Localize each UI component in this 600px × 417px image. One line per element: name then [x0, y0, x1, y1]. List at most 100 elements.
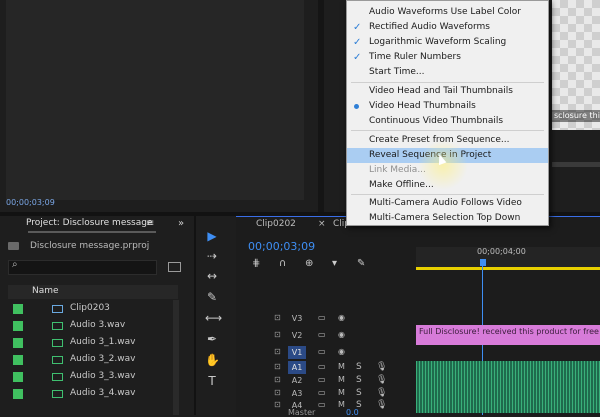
sync-lock-icon[interactable]: ▭ — [318, 330, 326, 339]
project-tab-underline — [28, 231, 156, 233]
track-name[interactable]: V3 — [288, 312, 306, 325]
cursor-highlight — [418, 140, 468, 190]
track-name[interactable]: A2 — [288, 374, 306, 387]
track-name[interactable]: A1 — [288, 361, 306, 374]
label-color-swatch[interactable] — [13, 389, 23, 399]
source-timecode[interactable]: 00;00;03;09 — [6, 198, 55, 207]
program-mini-timeline[interactable] — [552, 162, 600, 167]
solo-button[interactable]: S — [356, 375, 362, 385]
solo-button[interactable]: S — [356, 388, 362, 398]
ripple-edit-tool-icon[interactable]: ↔ — [205, 269, 219, 283]
lock-icon[interactable]: ⊡ — [274, 347, 281, 356]
menu-item-continuous-video-thumbnails[interactable]: Continuous Video Thumbnails — [347, 114, 548, 129]
menu-item-rectified-audio-waveforms[interactable]: ✓ Rectified Audio Waveforms — [347, 20, 548, 35]
nest-icon[interactable]: ⋕ — [252, 258, 260, 269]
track-select-tool-icon[interactable]: ⇢ — [205, 249, 219, 263]
razor-tool-icon[interactable]: ✎ — [205, 290, 219, 304]
hand-tool-icon[interactable]: ✋ — [205, 353, 220, 367]
project-scrollbar[interactable] — [173, 300, 179, 415]
audio-clip[interactable] — [416, 399, 600, 413]
program-caption: sclosure this product — [552, 110, 600, 122]
solo-button[interactable]: S — [356, 362, 362, 372]
pen-tool-icon[interactable]: ✒ — [205, 332, 219, 346]
mute-button[interactable]: M — [338, 362, 345, 371]
lock-icon[interactable]: ⊡ — [274, 362, 281, 371]
menu-item-multicam-selection-top-down[interactable]: Multi-Camera Selection Top Down — [347, 211, 548, 226]
checkmark-icon: ✓ — [353, 52, 362, 63]
label-color-swatch[interactable] — [13, 304, 23, 314]
track-name[interactable]: V2 — [288, 329, 306, 342]
menu-item-label: Multi-Camera Selection Top Down — [369, 213, 521, 223]
project-file-name: Disclosure message.prproj — [30, 241, 150, 251]
add-marker-icon[interactable]: ▾ — [332, 258, 337, 269]
microphone-icon[interactable]: 🎙 — [376, 375, 387, 385]
tab-clip0202[interactable]: Clip0202 — [256, 219, 296, 229]
label-color-swatch[interactable] — [13, 321, 23, 331]
list-item[interactable]: Audio 3_3.wav — [0, 369, 180, 385]
item-name: Audio 3_1.wav — [70, 337, 136, 347]
mute-button[interactable]: M — [338, 400, 345, 409]
snap-icon[interactable]: ∩ — [279, 258, 286, 269]
audio-clip[interactable] — [416, 361, 600, 375]
eye-icon[interactable]: ◉ — [338, 347, 345, 356]
sync-lock-icon[interactable]: ▭ — [318, 375, 326, 384]
menu-item-video-head-tail-thumbnails[interactable]: Video Head and Tail Thumbnails — [347, 84, 548, 99]
list-item[interactable]: Audio 3_1.wav — [0, 335, 180, 351]
sync-lock-icon[interactable]: ▭ — [318, 388, 326, 397]
lock-icon[interactable]: ⊡ — [274, 400, 281, 409]
new-bin-icon[interactable] — [168, 262, 181, 272]
close-icon[interactable]: × — [318, 219, 326, 229]
menu-item-video-head-thumbnails[interactable]: Video Head Thumbnails — [347, 99, 548, 114]
search-input[interactable] — [8, 260, 157, 275]
project-tab[interactable]: Project: Disclosure message — [26, 218, 153, 228]
mute-button[interactable]: M — [338, 388, 345, 397]
timeline-timecode[interactable]: 00;00;03;09 — [248, 240, 315, 253]
timeline-settings-icon[interactable]: ✎ — [357, 258, 365, 269]
track-name[interactable]: V1 — [288, 346, 306, 359]
lock-icon[interactable]: ⊡ — [274, 330, 281, 339]
microphone-icon[interactable]: 🎙 — [376, 388, 387, 398]
more-panels-icon[interactable]: » — [178, 218, 184, 229]
item-name: Clip0203 — [70, 303, 110, 313]
menu-separator — [351, 82, 544, 83]
lock-icon[interactable]: ⊡ — [274, 313, 281, 322]
list-item[interactable]: Clip0203 — [0, 301, 180, 317]
sync-lock-icon[interactable]: ▭ — [318, 347, 326, 356]
menu-item-audio-waveforms-label-color[interactable]: Audio Waveforms Use Label Color — [347, 5, 548, 20]
eye-icon[interactable]: ◉ — [338, 330, 345, 339]
sequence-icon — [52, 305, 63, 313]
menu-item-logarithmic-waveform-scaling[interactable]: ✓ Logarithmic Waveform Scaling — [347, 35, 548, 50]
linked-selection-icon[interactable]: ⊕ — [305, 258, 313, 269]
list-item[interactable]: Audio 3_2.wav — [0, 352, 180, 368]
sync-lock-icon[interactable]: ▭ — [318, 362, 326, 371]
track-header-a4: ⊡ A4 ▭ M S 🎙 — [236, 399, 416, 413]
lock-icon[interactable]: ⊡ — [274, 375, 281, 384]
eye-icon[interactable]: ◉ — [338, 313, 345, 322]
list-item[interactable]: Audio 3_4.wav — [0, 386, 180, 402]
microphone-icon[interactable]: 🎙 — [376, 362, 387, 372]
item-name: Audio 3_4.wav — [70, 388, 136, 398]
menu-item-start-time[interactable]: Start Time... — [347, 65, 548, 80]
work-area-bar[interactable] — [416, 267, 600, 270]
audio-clip[interactable] — [416, 374, 600, 388]
panel-menu-icon[interactable]: ≡ — [146, 218, 154, 229]
type-tool-icon[interactable]: T — [205, 374, 219, 388]
label-color-swatch[interactable] — [13, 355, 23, 365]
playhead-handle[interactable] — [480, 259, 486, 266]
menu-item-multicam-audio-follows-video[interactable]: Multi-Camera Audio Follows Video — [347, 196, 548, 211]
sync-lock-icon[interactable]: ▭ — [318, 400, 326, 409]
list-item[interactable]: Audio 3.wav — [0, 318, 180, 334]
slip-tool-icon[interactable]: ⟷ — [205, 311, 222, 325]
track-header-a1: ⊡ A1 ▭ M S 🎙 — [236, 361, 416, 375]
selection-tool-icon[interactable]: ▶ — [205, 229, 219, 243]
master-volume-value[interactable]: 0.0 — [346, 408, 359, 417]
mute-button[interactable]: M — [338, 375, 345, 384]
lock-icon[interactable]: ⊡ — [274, 388, 281, 397]
video-clip[interactable]: Full Disclosure! received this product f… — [416, 325, 600, 345]
label-color-swatch[interactable] — [13, 338, 23, 348]
audio-file-icon — [52, 373, 63, 381]
sync-lock-icon[interactable]: ▭ — [318, 313, 326, 322]
menu-item-time-ruler-numbers[interactable]: ✓ Time Ruler Numbers — [347, 50, 548, 65]
label-color-swatch[interactable] — [13, 372, 23, 382]
microphone-icon[interactable]: 🎙 — [376, 400, 387, 410]
